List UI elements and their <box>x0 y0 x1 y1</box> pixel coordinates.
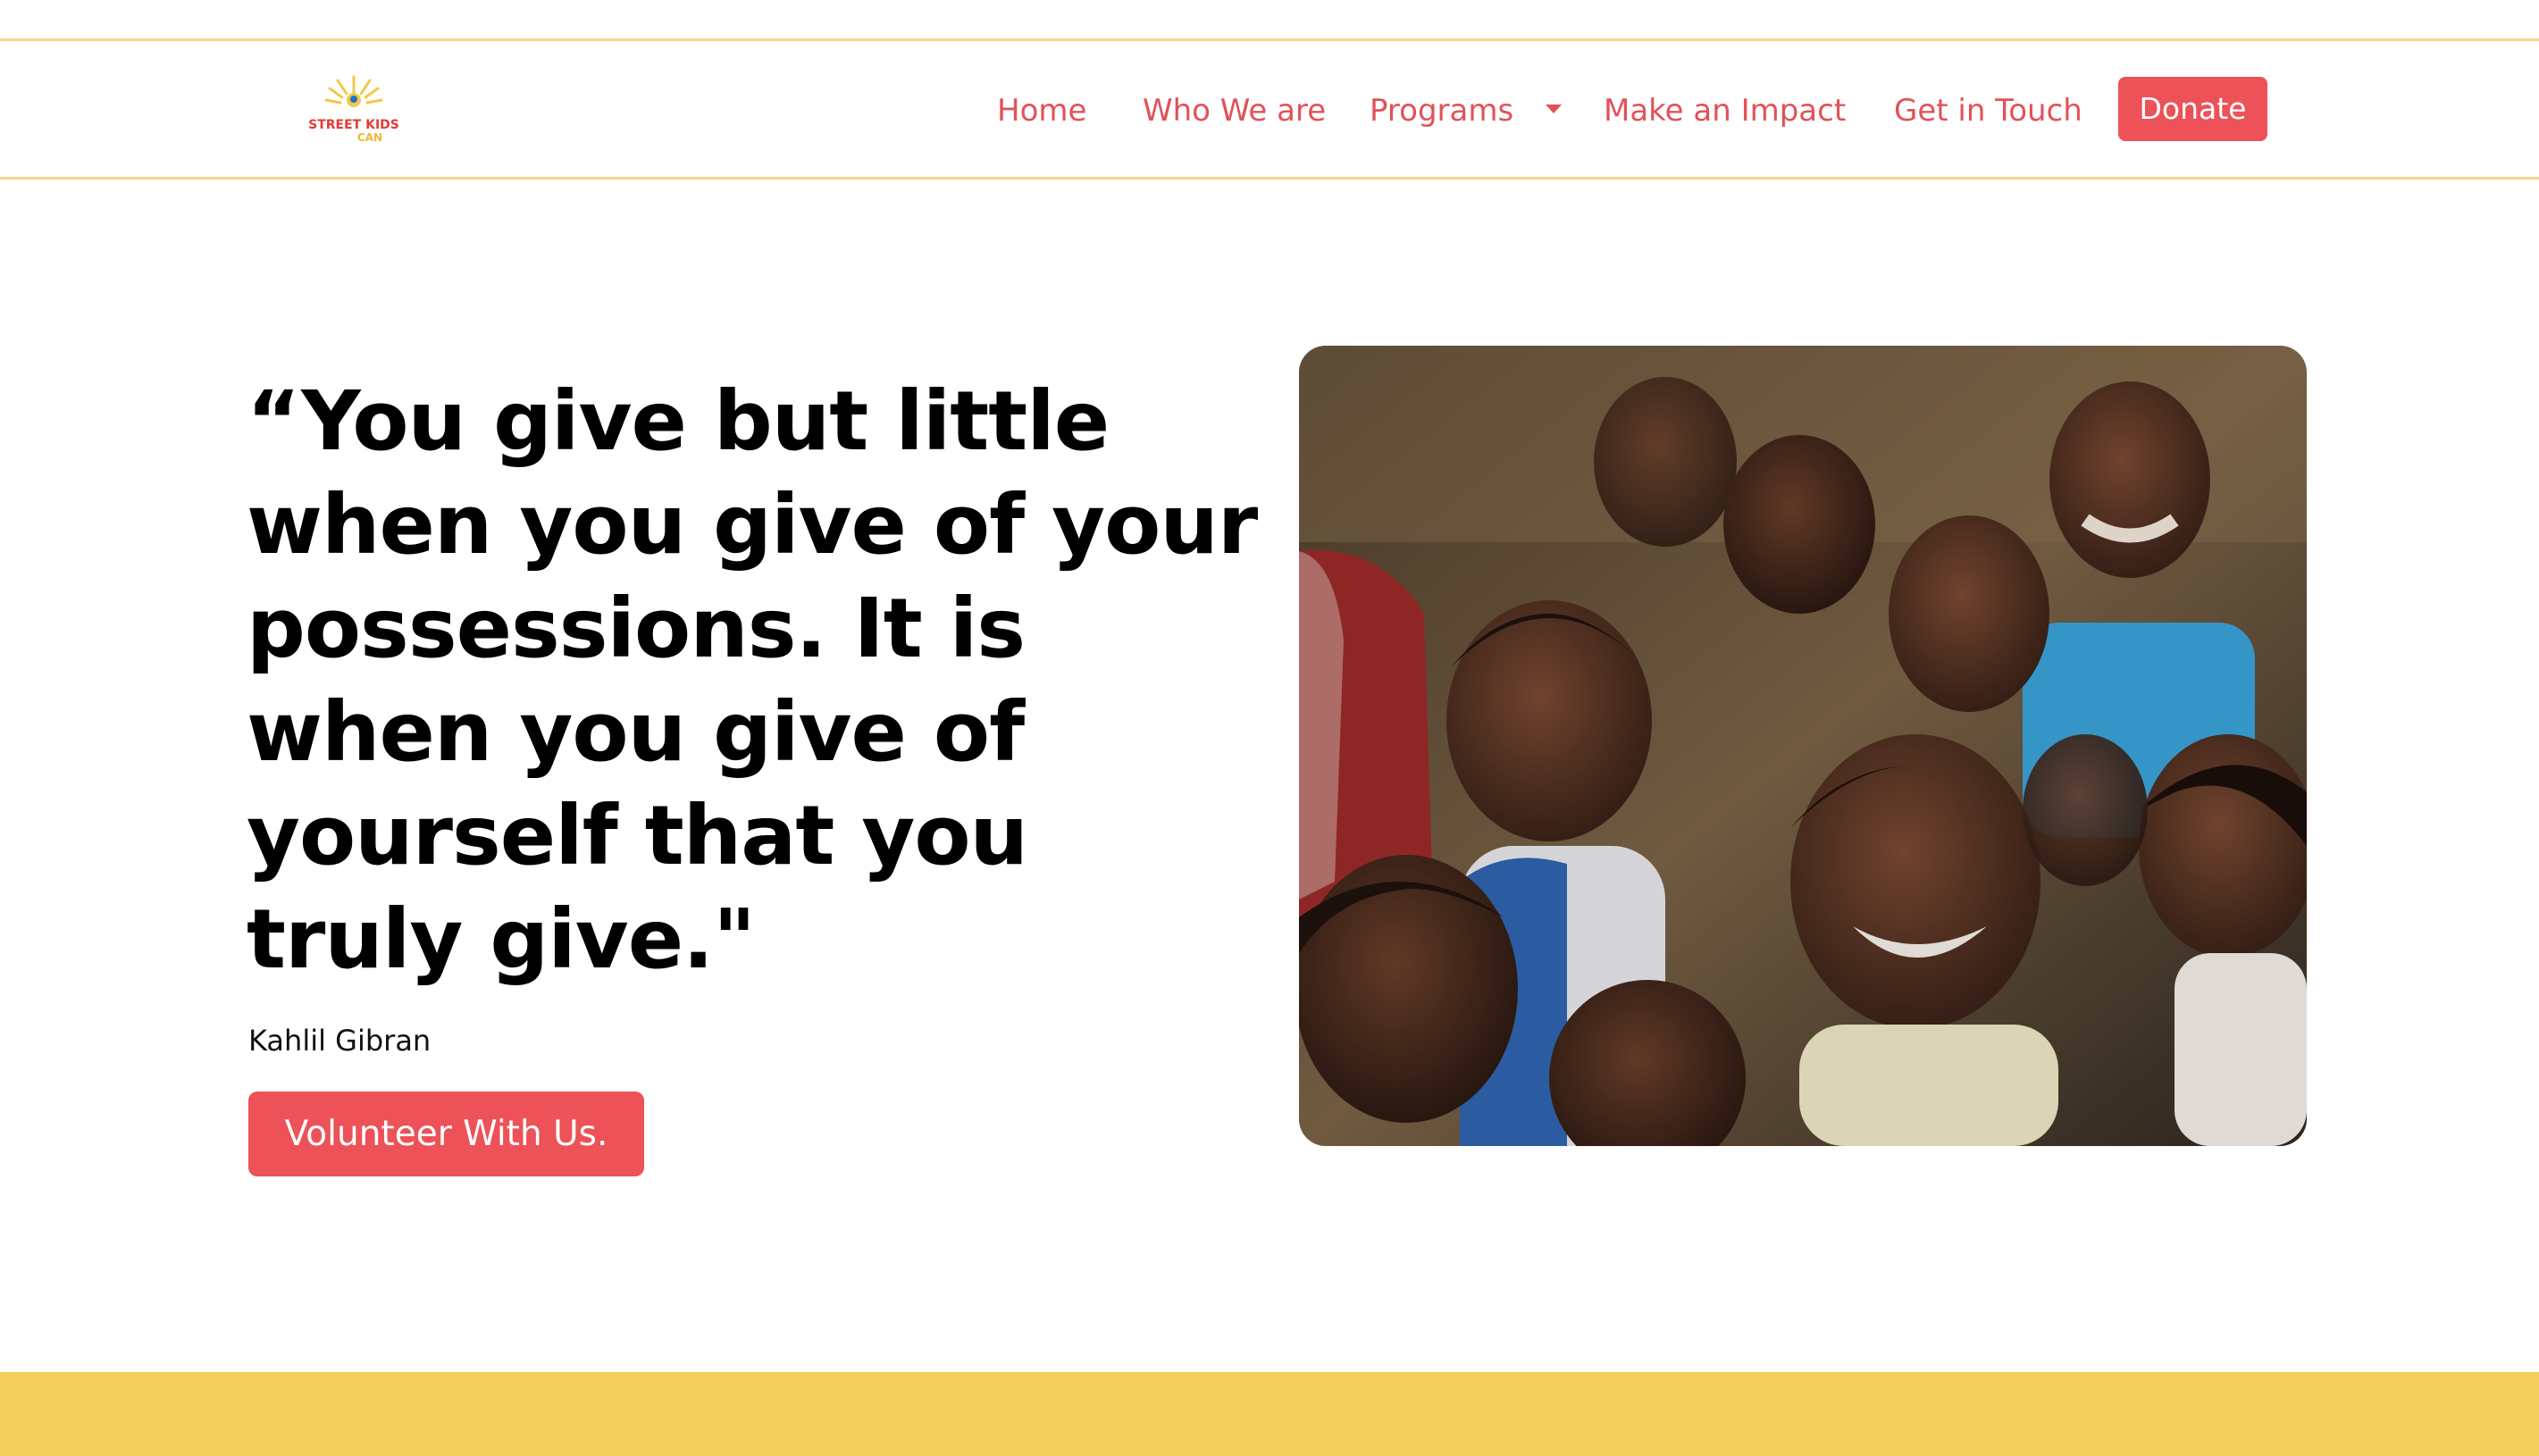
hero-photo-children <box>1299 346 2307 1146</box>
top-strip <box>0 0 2539 41</box>
children-group-image <box>1299 346 2307 1146</box>
logo-text-can: CAN <box>357 131 382 144</box>
nav-programs[interactable]: Programs <box>1370 88 1513 134</box>
sunburst-logo-icon: STREET KIDS CAN <box>308 75 399 144</box>
footer-band <box>0 1372 2539 1456</box>
nav-home[interactable]: Home <box>997 88 1086 134</box>
site-logo[interactable]: STREET KIDS CAN <box>300 54 407 152</box>
nav-get-in-touch[interactable]: Get in Touch <box>1894 88 2082 134</box>
quote-author: Kahlil Gibran <box>248 1024 432 1058</box>
nav-make-an-impact[interactable]: Make an Impact <box>1604 88 1846 134</box>
nav-who-we-are[interactable]: Who We are <box>1143 88 1326 134</box>
hero-quote: “You give but little when you give of yo… <box>247 373 1258 987</box>
donate-button[interactable]: Donate <box>2118 77 2267 141</box>
logo-text-street-kids: STREET KIDS <box>308 118 399 132</box>
caret-down-icon[interactable] <box>1544 102 1563 116</box>
volunteer-button[interactable]: Volunteer With Us. <box>248 1092 644 1176</box>
